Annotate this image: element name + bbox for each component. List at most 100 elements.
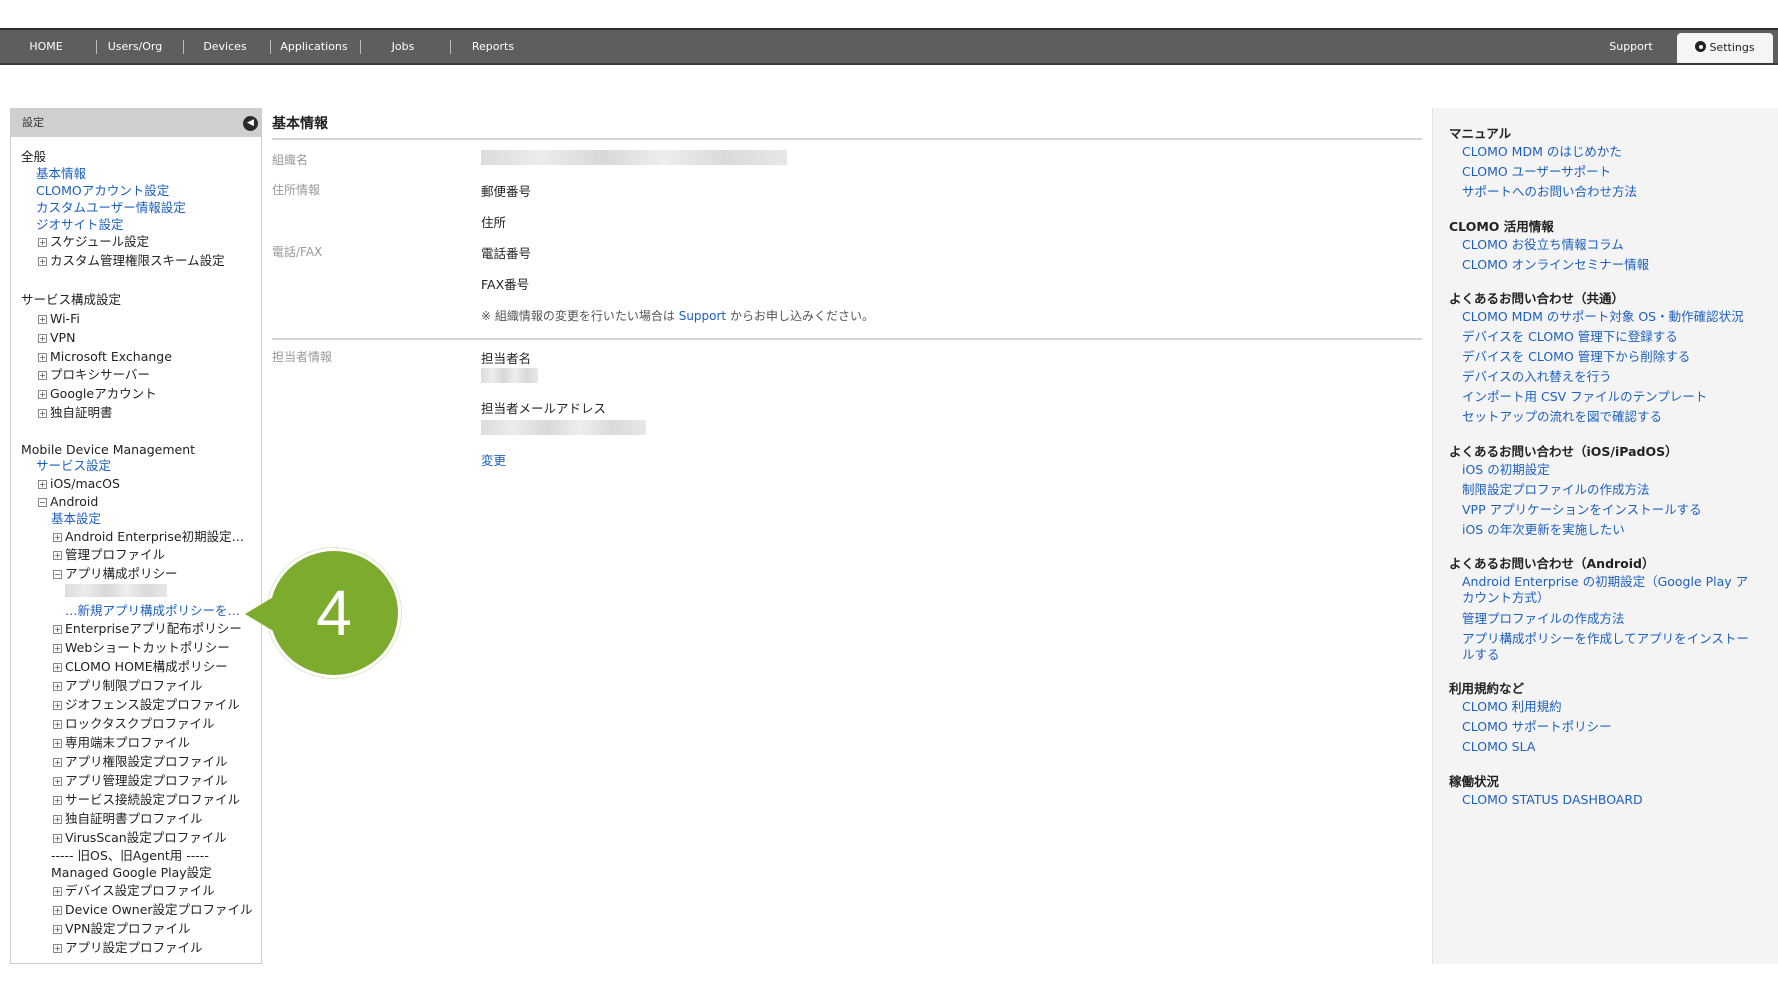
terms-link[interactable]: CLOMO サポートポリシー xyxy=(1462,719,1752,735)
sidebar-item-geosite[interactable]: ジオサイト設定 xyxy=(36,217,124,232)
collapse-icon[interactable]: − xyxy=(53,570,62,579)
sidebar-item-enterprise-app-policy[interactable]: + Enterpriseアプリ配布ポリシー xyxy=(53,621,242,636)
sidebar-item-service-connection[interactable]: + サービス接続設定プロファイル xyxy=(53,792,240,807)
manual-link[interactable]: サポートへのお問い合わせ方法 xyxy=(1462,184,1752,200)
sidebar-item-service-settings[interactable]: サービス設定 xyxy=(36,458,111,473)
expand-icon[interactable]: + xyxy=(53,777,62,786)
faq-ios-link[interactable]: 制限設定プロファイルの作成方法 xyxy=(1462,482,1752,498)
sidebar-item-vpn-profile[interactable]: + VPN設定プロファイル xyxy=(53,921,190,936)
sidebar-item-clomo-home[interactable]: + CLOMO HOME構成ポリシー xyxy=(53,659,228,674)
support-link[interactable]: Support xyxy=(679,309,726,323)
sidebar-item-certificate[interactable]: + 独自証明書 xyxy=(38,405,113,420)
expand-icon[interactable]: + xyxy=(38,315,47,324)
faq-common-link[interactable]: インポート用 CSV ファイルのテンプレート xyxy=(1462,389,1752,405)
expand-icon[interactable]: + xyxy=(53,906,62,915)
sidebar-item-app-management[interactable]: + アプリ管理設定プロファイル xyxy=(53,773,228,788)
sidebar-item-custom-admin-scheme[interactable]: + カスタム管理権限スキーム設定 xyxy=(38,253,225,268)
expand-icon[interactable]: + xyxy=(38,390,47,399)
expand-icon[interactable]: + xyxy=(53,663,62,672)
expand-icon[interactable]: + xyxy=(53,887,62,896)
expand-icon[interactable]: + xyxy=(38,480,47,489)
sidebar-item-schedule[interactable]: + スケジュール設定 xyxy=(38,234,149,249)
nav-reports[interactable]: Reports xyxy=(458,30,528,63)
sidebar-item-custom-user-info[interactable]: カスタムユーザー情報設定 xyxy=(36,200,186,215)
sidebar-item-certificate-profile[interactable]: + 独自証明書プロファイル xyxy=(53,811,203,826)
sidebar-item-managed-profile[interactable]: + 管理プロファイル xyxy=(53,547,165,562)
faq-common-link[interactable]: セットアップの流れを図で確認する xyxy=(1462,409,1752,425)
sidebar-item-device-settings[interactable]: + デバイス設定プロファイル xyxy=(53,883,215,898)
sidebar-item-android[interactable]: − Android xyxy=(38,494,98,509)
collapse-sidebar-icon[interactable]: ◀ xyxy=(243,116,258,131)
sidebar-item-google-account[interactable]: + Googleアカウント xyxy=(38,386,157,401)
utilization-link[interactable]: CLOMO オンラインセミナー情報 xyxy=(1462,257,1752,273)
expand-icon[interactable]: + xyxy=(53,944,62,953)
faq-android-link[interactable]: アプリ構成ポリシーを作成してアプリをインストールする xyxy=(1462,631,1752,663)
sidebar-item-android-enterprise-init[interactable]: + Android Enterprise初期設定… xyxy=(53,529,244,544)
faq-common-link[interactable]: CLOMO MDM のサポート対象 OS・動作確認状況 xyxy=(1462,309,1752,325)
nav-users-org[interactable]: Users/Org xyxy=(100,30,170,63)
sidebar-item-app-permission[interactable]: + アプリ権限設定プロファイル xyxy=(53,754,228,769)
faq-common-link[interactable]: デバイスの入れ替えを行う xyxy=(1462,369,1752,385)
expand-icon[interactable]: + xyxy=(38,334,47,343)
sidebar-item-clomo-account[interactable]: CLOMOアカウント設定 xyxy=(36,183,169,198)
faq-android-link[interactable]: Android Enterprise の初期設定（Google Play アカウ… xyxy=(1462,574,1752,606)
sidebar-item-device-owner[interactable]: + Device Owner設定プロファイル xyxy=(53,902,253,917)
sidebar-item-basic-info[interactable]: 基本情報 xyxy=(36,166,86,181)
manual-link[interactable]: CLOMO MDM のはじめかた xyxy=(1462,144,1752,160)
sidebar-item-geofence[interactable]: + ジオフェンス設定プロファイル xyxy=(53,697,240,712)
sidebar-item-app-config-policy[interactable]: − アプリ構成ポリシー xyxy=(53,566,178,581)
terms-link[interactable]: CLOMO 利用規約 xyxy=(1462,699,1752,715)
sidebar-item-wifi[interactable]: + Wi-Fi xyxy=(38,311,80,326)
nav-divider xyxy=(96,40,97,54)
nav-applications[interactable]: Applications xyxy=(276,30,352,63)
faq-common-link[interactable]: デバイスを CLOMO 管理下に登録する xyxy=(1462,329,1752,345)
faq-android-link[interactable]: 管理プロファイルの作成方法 xyxy=(1462,611,1752,627)
sidebar-item-virusscan[interactable]: + VirusScan設定プロファイル xyxy=(53,830,227,845)
status-dashboard-link[interactable]: CLOMO STATUS DASHBOARD xyxy=(1462,792,1752,808)
nav-support[interactable]: Support xyxy=(1600,30,1662,63)
expand-icon[interactable]: + xyxy=(53,739,62,748)
sidebar-item-vpn[interactable]: + VPN xyxy=(38,330,75,345)
expand-icon[interactable]: + xyxy=(53,701,62,710)
sidebar-item-exchange[interactable]: + Microsoft Exchange xyxy=(38,349,172,364)
expand-icon[interactable]: + xyxy=(53,834,62,843)
nav-jobs[interactable]: Jobs xyxy=(370,30,436,63)
expand-icon[interactable]: + xyxy=(38,257,47,266)
expand-icon[interactable]: + xyxy=(53,796,62,805)
expand-icon[interactable]: + xyxy=(38,238,47,247)
expand-icon[interactable]: + xyxy=(53,758,62,767)
nav-settings-tab[interactable]: Settings xyxy=(1677,33,1773,63)
expand-icon[interactable]: + xyxy=(53,551,62,560)
nav-home[interactable]: HOME xyxy=(18,30,74,63)
expand-icon[interactable]: + xyxy=(53,644,62,653)
sidebar-item-android-basic[interactable]: 基本設定 xyxy=(51,511,101,526)
expand-icon[interactable]: + xyxy=(53,625,62,634)
faq-ios-link[interactable]: iOS の年次更新を実施したい xyxy=(1462,522,1752,538)
expand-icon[interactable]: + xyxy=(53,925,62,934)
sidebar-item-dedicated-device[interactable]: + 専用端末プロファイル xyxy=(53,735,190,750)
collapse-icon[interactable]: − xyxy=(38,498,47,507)
sidebar-item-ios-macos[interactable]: + iOS/macOS xyxy=(38,476,120,491)
expand-icon[interactable]: + xyxy=(38,409,47,418)
utilization-link[interactable]: CLOMO お役立ち情報コラム xyxy=(1462,237,1752,253)
terms-link[interactable]: CLOMO SLA xyxy=(1462,739,1752,755)
expand-icon[interactable]: + xyxy=(38,371,47,380)
faq-common-link[interactable]: デバイスを CLOMO 管理下から削除する xyxy=(1462,349,1752,365)
sidebar-item-app-restriction[interactable]: + アプリ制限プロファイル xyxy=(53,678,203,693)
sidebar-item-app-settings[interactable]: + アプリ設定プロファイル xyxy=(53,940,203,955)
sidebar-item-lock-task[interactable]: + ロックタスクプロファイル xyxy=(53,716,215,731)
change-link[interactable]: 変更 xyxy=(481,450,506,469)
expand-icon[interactable]: + xyxy=(53,682,62,691)
expand-icon[interactable]: + xyxy=(53,815,62,824)
expand-icon[interactable]: + xyxy=(38,353,47,362)
expand-icon[interactable]: + xyxy=(53,533,62,542)
new-app-config-policy-link[interactable]: …新規アプリ構成ポリシーを… xyxy=(65,603,240,618)
expand-icon[interactable]: + xyxy=(53,720,62,729)
manual-link[interactable]: CLOMO ユーザーサポート xyxy=(1462,164,1752,180)
nav-devices[interactable]: Devices xyxy=(190,30,260,63)
faq-ios-link[interactable]: VPP アプリケーションをインストールする xyxy=(1462,502,1752,518)
sidebar-item-web-shortcut[interactable]: + Webショートカットポリシー xyxy=(53,640,230,655)
redacted-policy-name[interactable] xyxy=(65,584,167,600)
faq-ios-link[interactable]: iOS の初期設定 xyxy=(1462,462,1752,478)
sidebar-item-proxy[interactable]: + プロキシサーバー xyxy=(38,367,150,382)
